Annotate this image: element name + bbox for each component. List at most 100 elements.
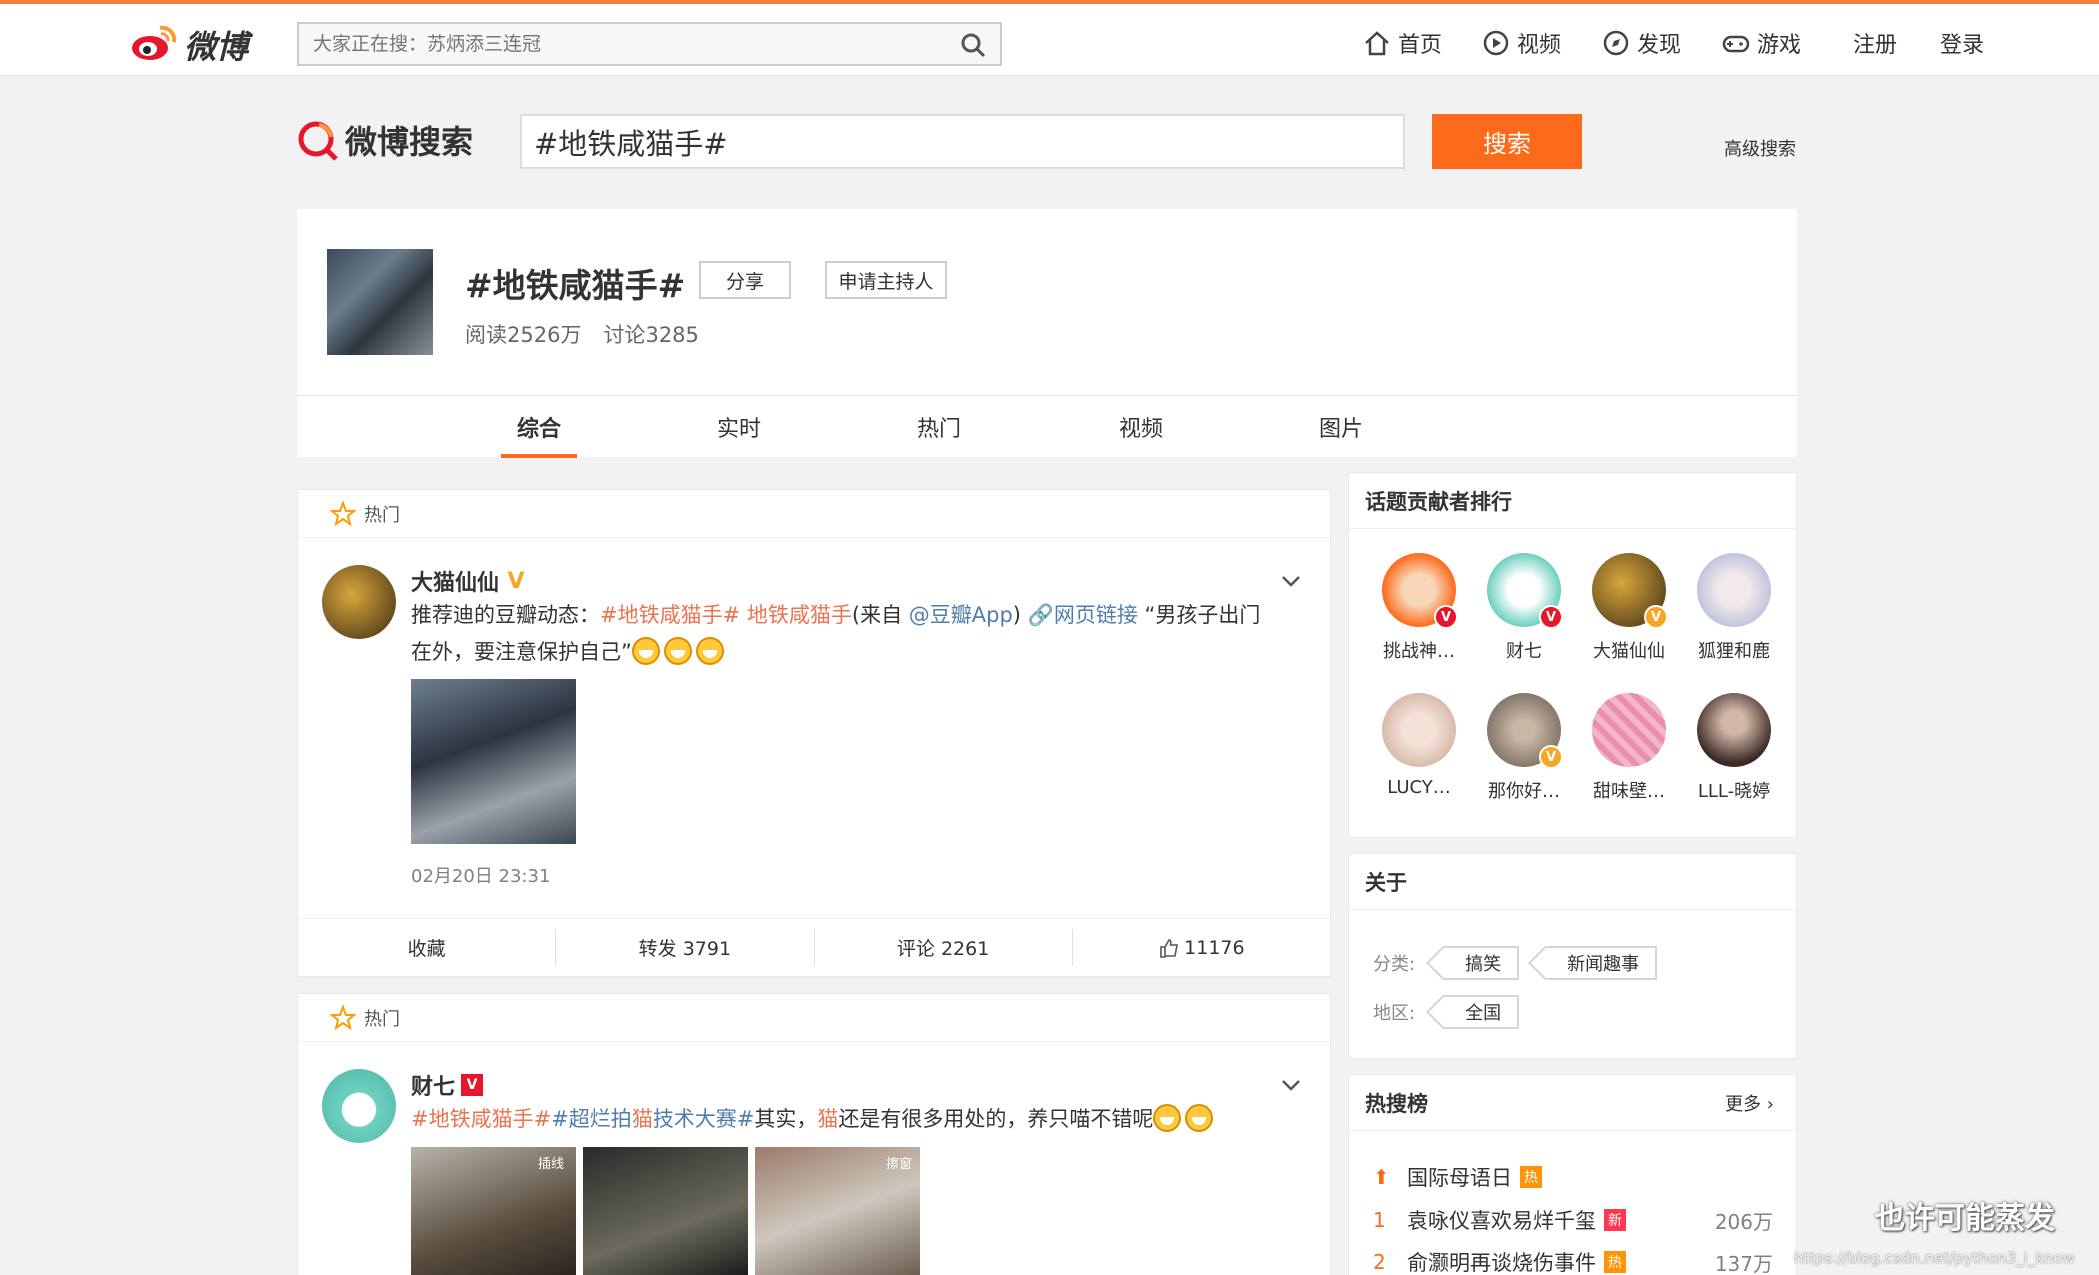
hot-search-item[interactable]: 2 俞灏明再谈烧伤事件 热 137万 (1373, 1242, 1773, 1275)
contributor[interactable]: V 大猫仙仙 (1584, 553, 1674, 663)
main-search-input[interactable] (522, 116, 1403, 167)
tab-realtime[interactable]: 实时 (717, 396, 761, 458)
chevron-down-icon[interactable] (1278, 568, 1304, 594)
hot-search-item[interactable]: 1 袁咏仪喜欢易烊千玺 新 206万 (1373, 1200, 1773, 1240)
category-tag[interactable]: 新闻趣事 (1545, 946, 1658, 980)
image-label: 擦窗 (885, 1157, 912, 1172)
contributor[interactable]: V 财七 (1479, 553, 1569, 663)
tab-bar: 综合 实时 热门 视频 图片 (297, 395, 1797, 458)
nav-video[interactable]: 视频 (1481, 28, 1561, 58)
web-link-text[interactable]: 网页链接 (1054, 603, 1138, 627)
hot-search-item[interactable]: ⬆ 国际母语日 热 (1373, 1157, 1773, 1197)
avatar[interactable] (1382, 693, 1456, 767)
contributor[interactable]: V 那你好… (1479, 693, 1569, 803)
post-image[interactable]: 插线 (411, 1147, 576, 1275)
region-tag-text[interactable]: 全国 (1465, 999, 1501, 1025)
like-button[interactable]: 11176 (1073, 929, 1330, 966)
post-image[interactable] (411, 679, 576, 844)
topic-tag-link[interactable]: #超烂拍 (551, 1107, 632, 1131)
nav-login[interactable]: 登录 (1940, 28, 1984, 58)
comment-button[interactable]: 评论 2261 (815, 929, 1073, 966)
topic-tag-link[interactable]: #地铁咸猫手# (600, 603, 740, 627)
contributor[interactable]: LLL-晓婷 (1689, 693, 1779, 803)
text: 还是有很多用处的，养只喵不错呢 (838, 1107, 1154, 1131)
avatar[interactable]: V (1487, 693, 1563, 769)
text: 其实， (754, 1107, 818, 1131)
top-nav-bar: 微博 首页 视频 发现 游戏 注册 登录 (0, 0, 2099, 76)
topic-stats: 阅读2526万 讨论3285 (465, 319, 699, 349)
douban-app-link[interactable]: @豆瓣App (909, 603, 1013, 627)
post-image[interactable]: 擦窗 (755, 1147, 920, 1275)
repost-button[interactable]: 转发 3791 (556, 929, 815, 966)
search-icon[interactable] (960, 32, 986, 58)
avatar[interactable] (1697, 693, 1771, 767)
post-time[interactable]: 02月20日 23:31 (411, 862, 550, 888)
contributor[interactable]: 狐狸和鹿 (1689, 553, 1779, 663)
discussion-count: 讨论3285 (603, 323, 699, 347)
category-tag-text[interactable]: 搞笑 (1465, 950, 1501, 976)
contributor-name[interactable]: LUCY… (1387, 777, 1451, 798)
nav-games[interactable]: 游戏 (1721, 28, 1801, 58)
search-button[interactable]: 搜索 (1432, 114, 1582, 169)
avatar[interactable]: V (1487, 553, 1563, 629)
favorite-button[interactable]: 收藏 (298, 929, 557, 966)
hot-search-title-text: 热搜榜 (1365, 1091, 1428, 1116)
nav-home-label: 首页 (1398, 33, 1443, 58)
contributor-name[interactable]: 挑战神… (1383, 641, 1455, 662)
post-image[interactable] (583, 1147, 748, 1275)
main-search-box[interactable] (520, 114, 1405, 169)
top-search-input[interactable] (299, 24, 919, 64)
keyword: 猫 (817, 1107, 839, 1131)
tab-video[interactable]: 视频 (1119, 396, 1163, 458)
contributor-name[interactable]: 甜味壁… (1593, 781, 1665, 802)
hot-search-title[interactable]: 国际母语日 (1407, 1162, 1512, 1192)
chevron-down-icon[interactable] (1278, 1072, 1304, 1098)
contributor[interactable]: V 挑战神… (1374, 553, 1464, 663)
contributor[interactable]: 甜味壁… (1584, 693, 1674, 803)
tab-comprehensive[interactable]: 综合 (500, 396, 578, 458)
post-author[interactable]: 大猫仙仙 V (411, 565, 527, 597)
avatar[interactable] (322, 1069, 396, 1143)
advanced-search-link[interactable]: 高级搜索 (1724, 135, 1796, 161)
contributor-name[interactable]: 财七 (1506, 641, 1542, 662)
keyword-link[interactable]: 地铁咸猫手 (740, 603, 852, 627)
contributor[interactable]: LUCY… (1374, 693, 1464, 798)
topic-tag-link[interactable]: 技术大赛# (653, 1107, 755, 1131)
hot-search-title[interactable]: 俞灏明再谈烧伤事件 (1407, 1247, 1596, 1275)
more-text[interactable]: 更多 (1725, 1094, 1761, 1115)
avatar[interactable]: V (1382, 553, 1458, 629)
more-link[interactable]: 更多 › (1725, 1090, 1774, 1116)
top-search-box[interactable] (297, 22, 1002, 66)
keyword[interactable]: 猫 (632, 1107, 653, 1131)
contributor-name[interactable]: LLL-晓婷 (1698, 781, 1770, 802)
rank-number: 1 (1373, 1208, 1386, 1232)
tab-pictures[interactable]: 图片 (1319, 396, 1363, 458)
topic-tag-link[interactable]: #地铁咸猫手# (411, 1107, 551, 1131)
web-link[interactable]: 🔗网页链接 (1028, 603, 1138, 627)
verified-red-v-icon: V (461, 1074, 484, 1096)
logo-text[interactable]: 微博 (184, 22, 248, 68)
nav-home[interactable]: 首页 (1362, 28, 1442, 58)
contributor-name[interactable]: 大猫仙仙 (1593, 641, 1665, 662)
hot-search-title[interactable]: 袁咏仪喜欢易烊千玺 (1407, 1205, 1596, 1235)
nav-register[interactable]: 注册 (1853, 28, 1897, 58)
post-author[interactable]: 财七 V (411, 1069, 484, 1101)
avatar[interactable] (1592, 693, 1666, 767)
category-tag[interactable]: 搞笑 (1443, 946, 1520, 980)
contributor-name[interactable]: 狐狸和鹿 (1698, 641, 1770, 662)
avatar[interactable] (1697, 553, 1771, 627)
rank-number: 2 (1373, 1250, 1386, 1274)
author-name[interactable]: 财七 (411, 1069, 455, 1101)
author-name[interactable]: 大猫仙仙 (411, 565, 499, 597)
apply-host-button[interactable]: 申请主持人 (825, 261, 947, 299)
category-tag-text[interactable]: 新闻趣事 (1567, 950, 1639, 976)
watermark-text: 也许可能蒸发 (1875, 1201, 2055, 1236)
region-tag[interactable]: 全国 (1443, 995, 1520, 1029)
weibo-logo-icon[interactable] (130, 22, 180, 62)
share-button[interactable]: 分享 (699, 261, 791, 299)
tab-hot[interactable]: 热门 (917, 396, 961, 458)
contributor-name[interactable]: 那你好… (1488, 781, 1560, 802)
avatar[interactable] (322, 565, 396, 639)
nav-discover[interactable]: 发现 (1601, 28, 1681, 58)
avatar[interactable]: V (1592, 553, 1668, 629)
